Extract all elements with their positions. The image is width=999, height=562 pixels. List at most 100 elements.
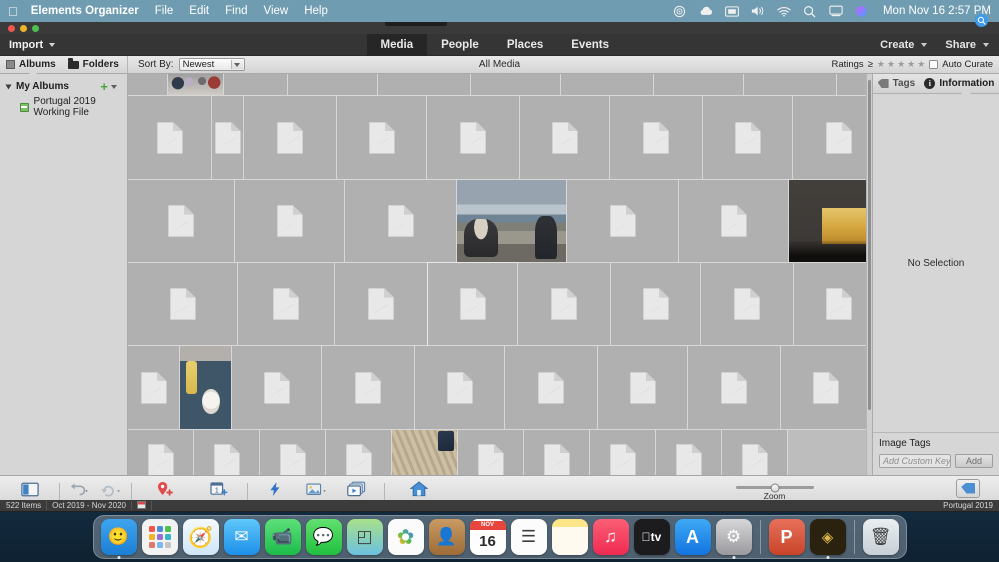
media-cell-placeholder[interactable] xyxy=(235,180,345,263)
minimize-window-button[interactable] xyxy=(20,24,27,32)
media-cell-placeholder[interactable] xyxy=(518,263,611,346)
share-button[interactable]: Share xyxy=(945,39,989,51)
ratings-operator[interactable]: ≥ xyxy=(868,59,873,70)
star-icon[interactable]: ★ xyxy=(887,59,895,70)
media-cell-placeholder[interactable] xyxy=(128,346,180,430)
media-cell-placeholder[interactable] xyxy=(238,263,335,346)
dock-item-calendar[interactable]: NOV 16 xyxy=(469,519,506,555)
media-cell-placeholder[interactable] xyxy=(427,262,519,347)
menu-help[interactable]: Help xyxy=(304,5,328,17)
tab-people[interactable]: People xyxy=(427,34,493,56)
menu-app-name[interactable]: Elements Organizer xyxy=(31,5,139,17)
media-cell-placeholder[interactable] xyxy=(744,74,837,96)
flag-icon-wrap[interactable] xyxy=(132,500,152,511)
auto-curate-label[interactable]: Auto Curate xyxy=(942,59,993,70)
dock-item-appletv[interactable]: tv xyxy=(633,519,670,555)
display-settings-icon[interactable] xyxy=(829,4,843,18)
media-cell-placeholder[interactable] xyxy=(471,74,561,96)
tab-places[interactable]: Places xyxy=(493,34,557,56)
tab-information[interactable]: i Information xyxy=(924,78,994,89)
media-cell-placeholder[interactable] xyxy=(610,96,703,180)
dock-item-reminders[interactable]: ☰ xyxy=(510,519,547,555)
zoom-slider[interactable] xyxy=(735,483,814,492)
media-cell-placeholder[interactable] xyxy=(335,263,428,346)
media-cell-placeholder[interactable] xyxy=(288,74,378,96)
import-button[interactable]: Import xyxy=(9,39,56,51)
thumbnail-seawall[interactable] xyxy=(457,180,567,263)
media-grid-container[interactable] xyxy=(128,74,872,475)
media-cell-placeholder[interactable] xyxy=(701,263,794,346)
media-cell-placeholder[interactable] xyxy=(128,430,194,475)
media-cell-placeholder[interactable] xyxy=(679,180,789,263)
media-cell-placeholder[interactable] xyxy=(128,180,235,263)
dock-item-powerpoint[interactable]: P xyxy=(768,519,805,555)
media-cell-placeholder[interactable] xyxy=(722,430,788,475)
media-cell-placeholder[interactable] xyxy=(567,180,679,263)
sidebar-item-portugal-album[interactable]: Portugal 2019 Working File xyxy=(0,94,127,120)
dock-item-trash[interactable]: 🗑 xyxy=(862,519,899,555)
media-cell-placeholder[interactable] xyxy=(590,430,656,475)
media-cell-placeholder[interactable] xyxy=(128,96,212,180)
media-cell-placeholder[interactable] xyxy=(794,263,872,346)
zoom-slider-handle[interactable] xyxy=(770,483,779,492)
panel-tab-folders[interactable]: Folders xyxy=(62,56,125,74)
wifi-icon[interactable] xyxy=(777,4,791,18)
media-cell-placeholder[interactable] xyxy=(524,430,590,475)
media-cell-placeholder[interactable] xyxy=(415,346,505,430)
dock-item-system-preferences[interactable]: ⚙ xyxy=(715,519,752,559)
dock-item-photos[interactable]: ✿ xyxy=(387,519,424,555)
media-cell-placeholder[interactable] xyxy=(244,96,337,180)
star-icon[interactable]: ★ xyxy=(907,59,915,70)
media-cell-placeholder[interactable] xyxy=(337,96,427,180)
menu-file[interactable]: File xyxy=(155,5,174,17)
media-cell-placeholder[interactable] xyxy=(656,430,722,475)
media-cell-placeholder[interactable] xyxy=(703,96,793,180)
custom-keywords-input[interactable]: Add Custom Keywords xyxy=(879,454,951,468)
dock-item-facetime[interactable]: 📹 xyxy=(264,519,301,555)
dock-item-messages[interactable]: 💬 xyxy=(305,519,342,555)
add-album-button[interactable]: + xyxy=(100,80,117,93)
media-cell-placeholder[interactable] xyxy=(520,96,610,180)
media-cell-placeholder[interactable] xyxy=(427,96,520,180)
sort-by-select[interactable]: Newest xyxy=(178,58,245,71)
panel-tab-albums[interactable]: Albums xyxy=(0,56,62,74)
menu-find[interactable]: Find xyxy=(225,5,247,17)
dock-item-safari[interactable]: 🧭 xyxy=(182,519,219,555)
thumbnail-crowd[interactable] xyxy=(168,74,224,96)
media-cell-placeholder[interactable] xyxy=(458,430,524,475)
media-cell-placeholder[interactable] xyxy=(128,263,238,346)
thumbnail-cobblestones[interactable] xyxy=(392,430,458,475)
auto-curate-checkbox[interactable] xyxy=(929,60,939,69)
media-cell-placeholder[interactable] xyxy=(128,74,168,96)
media-cell-placeholder[interactable] xyxy=(378,74,471,96)
add-keyword-button[interactable]: Add xyxy=(955,454,993,468)
dock-item-launchpad[interactable] xyxy=(141,519,178,555)
media-cell-placeholder[interactable] xyxy=(194,430,260,475)
cloud-icon[interactable] xyxy=(699,4,713,18)
chevron-down-icon[interactable] xyxy=(5,84,12,89)
media-cell-placeholder[interactable] xyxy=(781,346,871,430)
my-albums-section-header[interactable]: My Albums + xyxy=(0,79,127,94)
volume-icon[interactable] xyxy=(751,4,765,18)
dock-item-appstore[interactable]: A xyxy=(674,519,711,555)
media-cell-placeholder[interactable] xyxy=(688,346,781,430)
screen-mirroring-icon[interactable] xyxy=(725,4,739,18)
dock-item-maps[interactable]: ◰ xyxy=(346,519,383,555)
create-button[interactable]: Create xyxy=(880,39,928,51)
menu-view[interactable]: View xyxy=(264,5,289,17)
media-cell-placeholder[interactable] xyxy=(598,346,688,430)
thumbnail-cafe[interactable] xyxy=(180,346,232,430)
grid-scrollbar[interactable] xyxy=(866,74,872,475)
media-cell-placeholder[interactable] xyxy=(793,96,872,180)
media-cell-placeholder[interactable] xyxy=(232,346,322,430)
siri-icon[interactable] xyxy=(855,4,869,18)
media-cell-placeholder[interactable] xyxy=(212,96,244,180)
media-cell-placeholder[interactable] xyxy=(561,74,654,96)
media-cell-placeholder[interactable] xyxy=(326,430,392,475)
star-icon[interactable]: ★ xyxy=(917,59,925,70)
dock-item-contacts[interactable]: 👤 xyxy=(428,519,465,555)
close-window-button[interactable] xyxy=(8,24,15,32)
thumbnail-exhibition[interactable] xyxy=(789,180,872,263)
media-cell-placeholder[interactable] xyxy=(260,430,326,475)
airdrop-icon[interactable] xyxy=(673,4,687,18)
